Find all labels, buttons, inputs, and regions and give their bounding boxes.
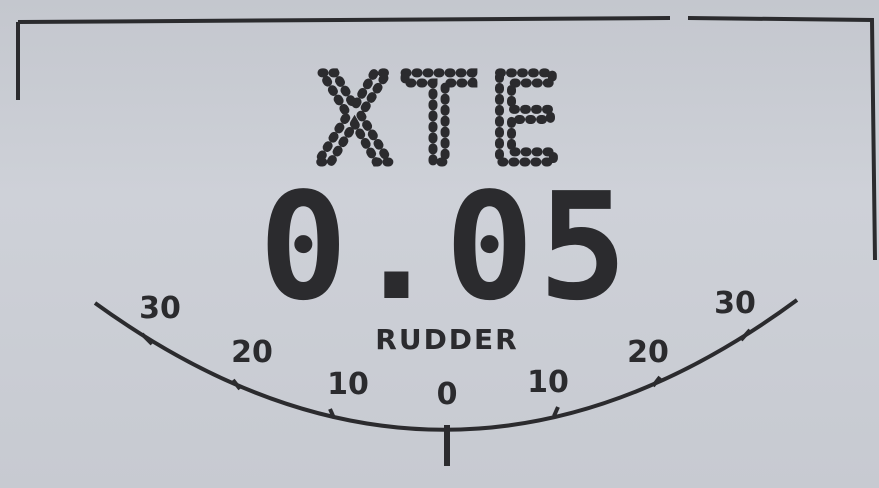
tick-label-left-30: 30 [139,291,181,326]
rudder-label: RUDDER [375,323,518,356]
tick-label-center-0: 0 [437,377,458,412]
tick-label-left-20: 20 [231,335,273,370]
tick-label-right-10: 10 [527,365,569,400]
tick-label-right-20: 20 [627,335,669,370]
tick-label-right-30: 30 [714,286,756,321]
tick-label-left-10: 10 [327,367,369,402]
lcd-display: XTE 0.05 RUDDER 30 20 10 0 10 20 30 [0,0,879,488]
xte-value: 0.05 [259,161,631,333]
lcd-graphics: XTE 0.05 RUDDER 30 20 10 0 10 20 30 [16,16,877,466]
tick-mark-right-20 [651,375,662,388]
tick-mark-left-20 [231,378,242,391]
